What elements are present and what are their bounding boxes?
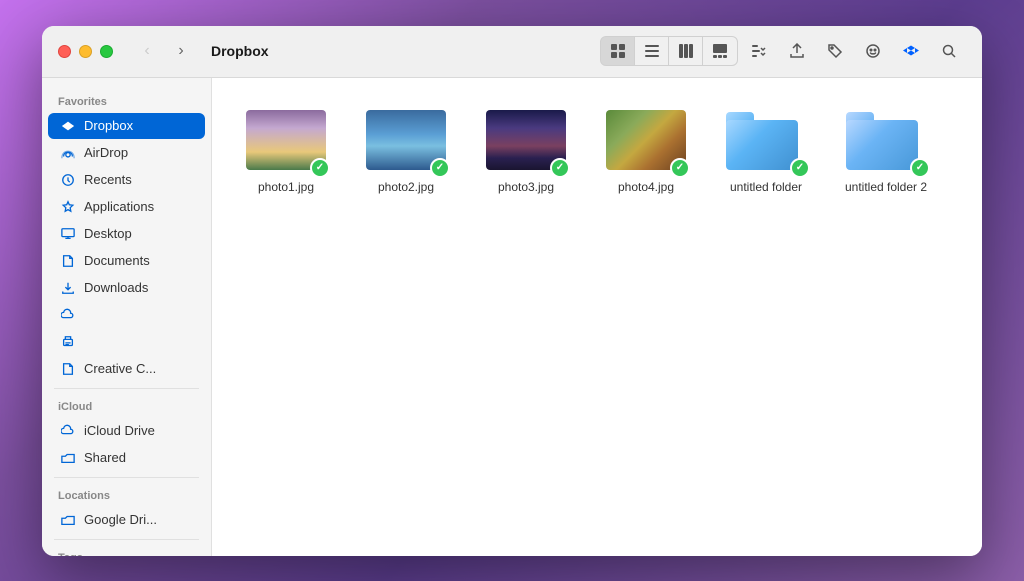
sync-badge-folder1: ✓ [790, 158, 810, 178]
back-button[interactable]: ‹ [133, 37, 161, 65]
sidebar-item-cloud1[interactable] [48, 302, 205, 328]
maximize-button[interactable] [100, 45, 113, 58]
view-gallery-button[interactable] [703, 37, 737, 65]
finder-window: ‹ › Dropbox [42, 26, 982, 556]
applications-icon [60, 199, 76, 215]
icloud-label: iCloud [42, 395, 211, 417]
sidebar-item-google-drive[interactable]: Google Dri... [48, 507, 205, 533]
share-button[interactable] [780, 37, 814, 65]
view-list-button[interactable] [635, 37, 669, 65]
sidebar-item-documents[interactable]: Documents [48, 248, 205, 274]
sidebar-item-google-drive-label: Google Dri... [84, 512, 157, 527]
nav-buttons: ‹ › [133, 37, 195, 65]
sidebar-item-airdrop-label: AirDrop [84, 145, 128, 160]
print-icon [60, 334, 76, 350]
sync-badge-photo1: ✓ [310, 158, 330, 178]
window-title: Dropbox [211, 43, 269, 59]
sync-badge-folder2: ✓ [910, 158, 930, 178]
sidebar-item-dropbox-label: Dropbox [84, 118, 133, 133]
view-column-button[interactable] [669, 37, 703, 65]
desktop-icon [60, 226, 76, 242]
sidebar-item-downloads-label: Downloads [84, 280, 148, 295]
favorites-label: Favorites [42, 90, 211, 112]
downloads-icon [60, 280, 76, 296]
file-item-photo2[interactable]: ✓ photo2.jpg [356, 102, 456, 202]
sync-badge-photo2: ✓ [430, 158, 450, 178]
sidebar-divider-3 [54, 539, 199, 540]
file-name-photo3: photo3.jpg [498, 180, 554, 194]
file-thumb-wrap-photo3: ✓ [486, 110, 566, 174]
sidebar-item-icloud-drive-label: iCloud Drive [84, 423, 155, 438]
sync-badge-photo4: ✓ [670, 158, 690, 178]
file-thumb-wrap-folder2: ✓ [846, 110, 926, 174]
close-button[interactable] [58, 45, 71, 58]
file-thumb-wrap-folder1: ✓ [726, 110, 806, 174]
sidebar-item-creative-label: Creative C... [84, 361, 156, 376]
file-area: ✓ photo1.jpg ✓ photo2.jpg ✓ [212, 78, 982, 556]
folder2-icon [846, 110, 918, 170]
minimize-button[interactable] [79, 45, 92, 58]
content-area: Favorites Dropbox AirDrop [42, 78, 982, 556]
view-grid-button[interactable] [601, 37, 635, 65]
cloud1-icon [60, 307, 76, 323]
sidebar-item-dropbox[interactable]: Dropbox [48, 113, 205, 139]
tags-label: Tags [42, 546, 211, 556]
file-item-folder1[interactable]: ✓ untitled folder [716, 102, 816, 202]
sidebar-item-applications-label: Applications [84, 199, 154, 214]
file-item-photo1[interactable]: ✓ photo1.jpg [236, 102, 336, 202]
emoji-button[interactable] [856, 37, 890, 65]
toolbar-actions [600, 36, 966, 66]
clock-icon [60, 172, 76, 188]
file-name-photo2: photo2.jpg [378, 180, 434, 194]
shared-folder-icon [60, 450, 76, 466]
file-item-photo3[interactable]: ✓ photo3.jpg [476, 102, 576, 202]
sidebar-item-icloud-drive[interactable]: iCloud Drive [48, 418, 205, 444]
search-button[interactable] [932, 37, 966, 65]
file-name-photo4: photo4.jpg [618, 180, 674, 194]
airdrop-icon [60, 145, 76, 161]
sidebar-divider-1 [54, 388, 199, 389]
file-item-folder2[interactable]: ✓ untitled folder 2 [836, 102, 936, 202]
sidebar-item-documents-label: Documents [84, 253, 150, 268]
icloud-icon [60, 423, 76, 439]
file-item-photo4[interactable]: ✓ photo4.jpg [596, 102, 696, 202]
traffic-lights [58, 45, 113, 58]
tag-button[interactable] [818, 37, 852, 65]
file-grid: ✓ photo1.jpg ✓ photo2.jpg ✓ [236, 102, 958, 202]
sidebar-item-airdrop[interactable]: AirDrop [48, 140, 205, 166]
group-button[interactable] [742, 37, 776, 65]
sidebar: Favorites Dropbox AirDrop [42, 78, 212, 556]
sidebar-item-creative[interactable]: Creative C... [48, 356, 205, 382]
sidebar-item-shared[interactable]: Shared [48, 445, 205, 471]
view-toggle-group [600, 36, 738, 66]
google-drive-icon [60, 512, 76, 528]
sidebar-item-recents-label: Recents [84, 172, 132, 187]
sidebar-item-shared-label: Shared [84, 450, 126, 465]
file-name-folder1: untitled folder [730, 180, 802, 194]
creative-icon [60, 361, 76, 377]
sidebar-item-desktop[interactable]: Desktop [48, 221, 205, 247]
dropbox-button[interactable] [894, 37, 928, 65]
sidebar-item-print[interactable] [48, 329, 205, 355]
folder1-icon [726, 110, 798, 170]
sync-badge-photo3: ✓ [550, 158, 570, 178]
dropbox-icon [60, 118, 76, 134]
sidebar-item-applications[interactable]: Applications [48, 194, 205, 220]
file-name-folder2: untitled folder 2 [845, 180, 927, 194]
sidebar-divider-2 [54, 477, 199, 478]
file-thumb-wrap-photo4: ✓ [606, 110, 686, 174]
sidebar-item-downloads[interactable]: Downloads [48, 275, 205, 301]
titlebar: ‹ › Dropbox [42, 26, 982, 78]
sidebar-item-desktop-label: Desktop [84, 226, 132, 241]
file-name-photo1: photo1.jpg [258, 180, 314, 194]
documents-icon [60, 253, 76, 269]
locations-label: Locations [42, 484, 211, 506]
sidebar-item-recents[interactable]: Recents [48, 167, 205, 193]
file-thumb-wrap-photo2: ✓ [366, 110, 446, 174]
file-thumb-wrap-photo1: ✓ [246, 110, 326, 174]
forward-button[interactable]: › [167, 37, 195, 65]
